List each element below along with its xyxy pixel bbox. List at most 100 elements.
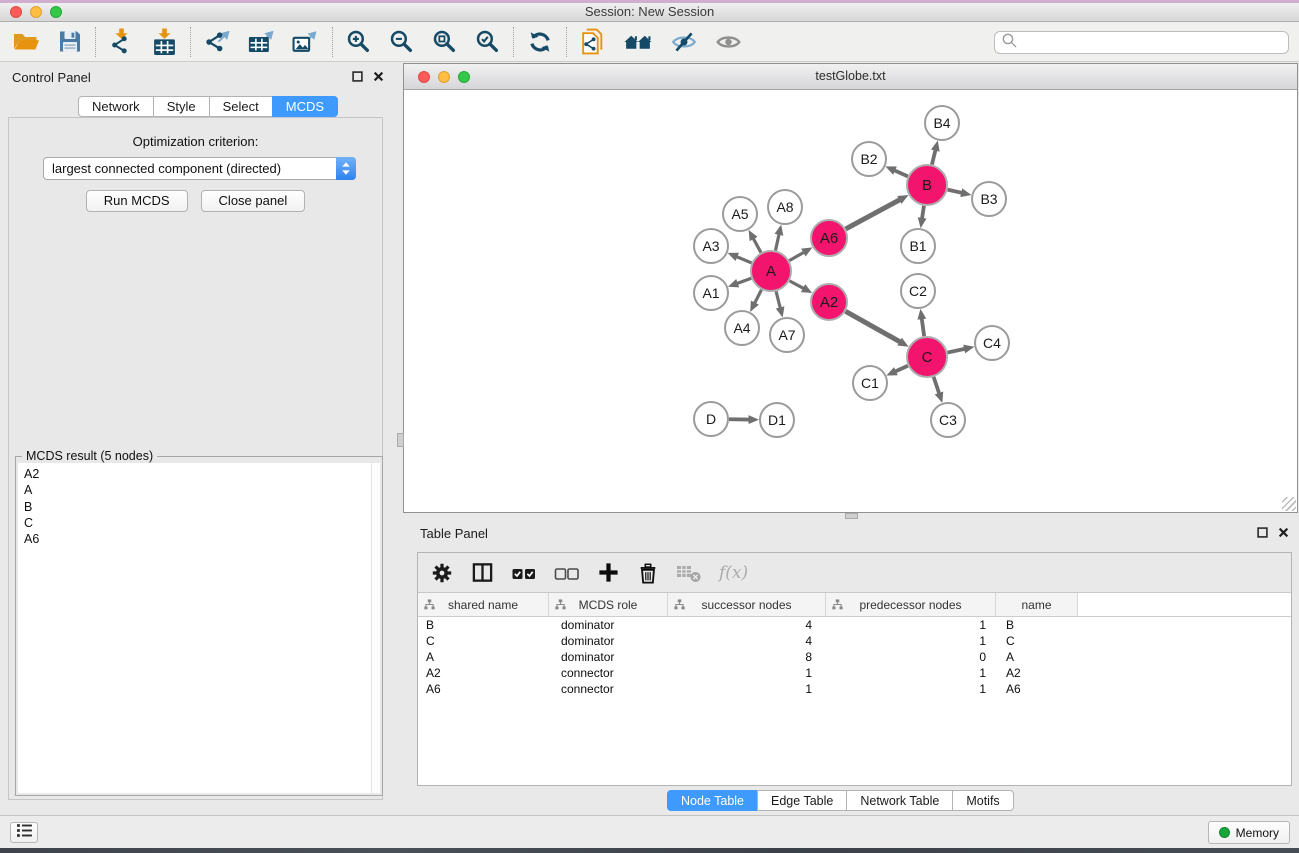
graph-node-A5[interactable]: A5 — [723, 197, 757, 231]
graph-node-A7[interactable]: A7 — [770, 318, 804, 352]
close-panel-button[interactable]: Close panel — [201, 190, 306, 212]
network-canvas[interactable]: AA2A6BCA1A3A4A5A7A8B1B2B3B4C1C2C3C4DD1 — [404, 90, 1297, 512]
show-home-button[interactable] — [623, 29, 653, 54]
zoom-window-button[interactable] — [50, 6, 62, 18]
add-column-button[interactable] — [597, 561, 620, 584]
zoom-fit-button[interactable] — [432, 29, 457, 54]
tab-mcds[interactable]: MCDS — [272, 96, 338, 117]
graph-node-D[interactable]: D — [694, 402, 728, 436]
graph-node-C1[interactable]: C1 — [853, 366, 887, 400]
save-session-button[interactable] — [58, 29, 82, 54]
graph-node-A2[interactable]: A2 — [811, 284, 847, 320]
graph-edge-B-B4[interactable] — [932, 150, 935, 164]
graph-edge-A-A8[interactable] — [775, 234, 779, 250]
deselect-all-button[interactable] — [554, 561, 580, 585]
network-horizontal-scroll-thumb[interactable] — [845, 513, 858, 519]
graph-node-A3[interactable]: A3 — [694, 229, 728, 263]
import-network-button[interactable] — [109, 28, 134, 55]
network-zoom-button[interactable] — [458, 71, 470, 83]
network-minimize-button[interactable] — [438, 71, 450, 83]
graph-edge-A2-C[interactable] — [846, 311, 900, 342]
optimization-criterion-select[interactable]: largest connected component (directed) — [43, 157, 356, 180]
memory-button[interactable]: Memory — [1208, 821, 1290, 844]
show-all-button[interactable] — [715, 29, 742, 55]
column-header-predecessor-nodes[interactable]: predecessor nodes — [826, 593, 996, 616]
graph-edge-C-C3[interactable] — [934, 377, 940, 394]
run-mcds-button[interactable]: Run MCDS — [86, 190, 188, 212]
mcds-result-item[interactable]: C — [24, 515, 371, 531]
tab-node-table[interactable]: Node Table — [667, 790, 758, 811]
search-field[interactable] — [994, 31, 1289, 54]
tab-style[interactable]: Style — [153, 96, 210, 117]
zoom-in-button[interactable] — [346, 29, 371, 54]
zoom-out-button[interactable] — [389, 29, 414, 54]
graph-node-C2[interactable]: C2 — [901, 274, 935, 308]
hide-unselected-button[interactable] — [671, 29, 697, 55]
network-close-button[interactable] — [418, 71, 430, 83]
graph-node-A4[interactable]: A4 — [725, 311, 759, 345]
graph-node-C4[interactable]: C4 — [975, 326, 1009, 360]
show-columns-button[interactable] — [471, 561, 494, 584]
float-panel-icon[interactable] — [352, 71, 363, 82]
close-panel-icon[interactable] — [373, 71, 384, 82]
resize-grip-icon[interactable] — [1282, 497, 1296, 511]
open-session-button[interactable] — [12, 29, 40, 54]
table-settings-button[interactable] — [430, 561, 454, 585]
tab-select[interactable]: Select — [209, 96, 273, 117]
graph-node-C3[interactable]: C3 — [931, 403, 965, 437]
column-header-successor-nodes[interactable]: successor nodes — [668, 593, 826, 616]
graph-edge-A-A3[interactable] — [737, 257, 752, 263]
column-header-shared-name[interactable]: shared name — [418, 593, 549, 616]
network-vertical-scroll-thumb[interactable] — [397, 433, 404, 447]
network-from-selection-button[interactable] — [580, 28, 605, 55]
mcds-result-item[interactable]: A2 — [24, 466, 371, 482]
graph-node-A1[interactable]: A1 — [694, 276, 728, 310]
graph-node-B2[interactable]: B2 — [852, 142, 886, 176]
refresh-layout-button[interactable] — [527, 29, 553, 55]
graph-edge-B-B2[interactable] — [895, 170, 908, 176]
graph-edge-A-A7[interactable] — [776, 291, 780, 307]
graph-edge-A-A4[interactable] — [755, 290, 762, 303]
search-input[interactable] — [1018, 33, 1288, 52]
graph-edge-B-B1[interactable] — [922, 206, 924, 219]
graph-node-B3[interactable]: B3 — [972, 182, 1006, 216]
graph-node-A6[interactable]: A6 — [811, 220, 847, 256]
graph-node-D1[interactable]: D1 — [760, 403, 794, 437]
table-row[interactable]: Cdominator41C — [418, 633, 1291, 649]
mcds-list-scrollbar[interactable] — [371, 463, 380, 793]
table-row[interactable]: Adominator80A — [418, 649, 1291, 665]
graph-edge-C-C4[interactable] — [948, 349, 965, 353]
task-history-button[interactable] — [10, 822, 38, 843]
tab-motifs[interactable]: Motifs — [952, 790, 1013, 811]
table-row[interactable]: Bdominator41B — [418, 617, 1291, 633]
delete-column-button[interactable] — [637, 561, 659, 585]
graph-edge-A-A1[interactable] — [737, 278, 751, 283]
export-image-button[interactable] — [292, 29, 319, 55]
select-all-button[interactable] — [511, 561, 537, 585]
tab-network-table[interactable]: Network Table — [846, 790, 953, 811]
zoom-selected-button[interactable] — [475, 29, 500, 54]
graph-edge-C-C2[interactable] — [922, 319, 924, 336]
graph-edge-A-A6[interactable] — [789, 252, 804, 260]
tab-edge-table[interactable]: Edge Table — [757, 790, 847, 811]
tab-network[interactable]: Network — [78, 96, 154, 117]
graph-edge-C-C1[interactable] — [895, 366, 907, 372]
float-panel-icon[interactable] — [1257, 527, 1268, 538]
table-row[interactable]: A6connector11A6 — [418, 681, 1291, 697]
graph-node-B[interactable]: B — [907, 165, 947, 205]
graph-edge-B-B3[interactable] — [947, 190, 961, 193]
table-row[interactable]: A2connector11A2 — [418, 665, 1291, 681]
mcds-result-item[interactable]: A6 — [24, 531, 371, 547]
graph-edge-A-A2[interactable] — [790, 281, 804, 288]
graph-node-B1[interactable]: B1 — [901, 229, 935, 263]
close-panel-icon[interactable] — [1278, 527, 1289, 538]
mcds-result-item[interactable]: A — [24, 482, 371, 498]
graph-node-A[interactable]: A — [751, 251, 791, 291]
graph-node-B4[interactable]: B4 — [925, 106, 959, 140]
graph-node-C[interactable]: C — [907, 337, 947, 377]
import-table-button[interactable] — [152, 28, 177, 55]
column-header-mcds-role[interactable]: MCDS role — [549, 593, 668, 616]
column-header-name[interactable]: name — [996, 593, 1078, 616]
export-table-button[interactable] — [248, 29, 274, 55]
graph-edge-A-A5[interactable] — [753, 239, 761, 253]
